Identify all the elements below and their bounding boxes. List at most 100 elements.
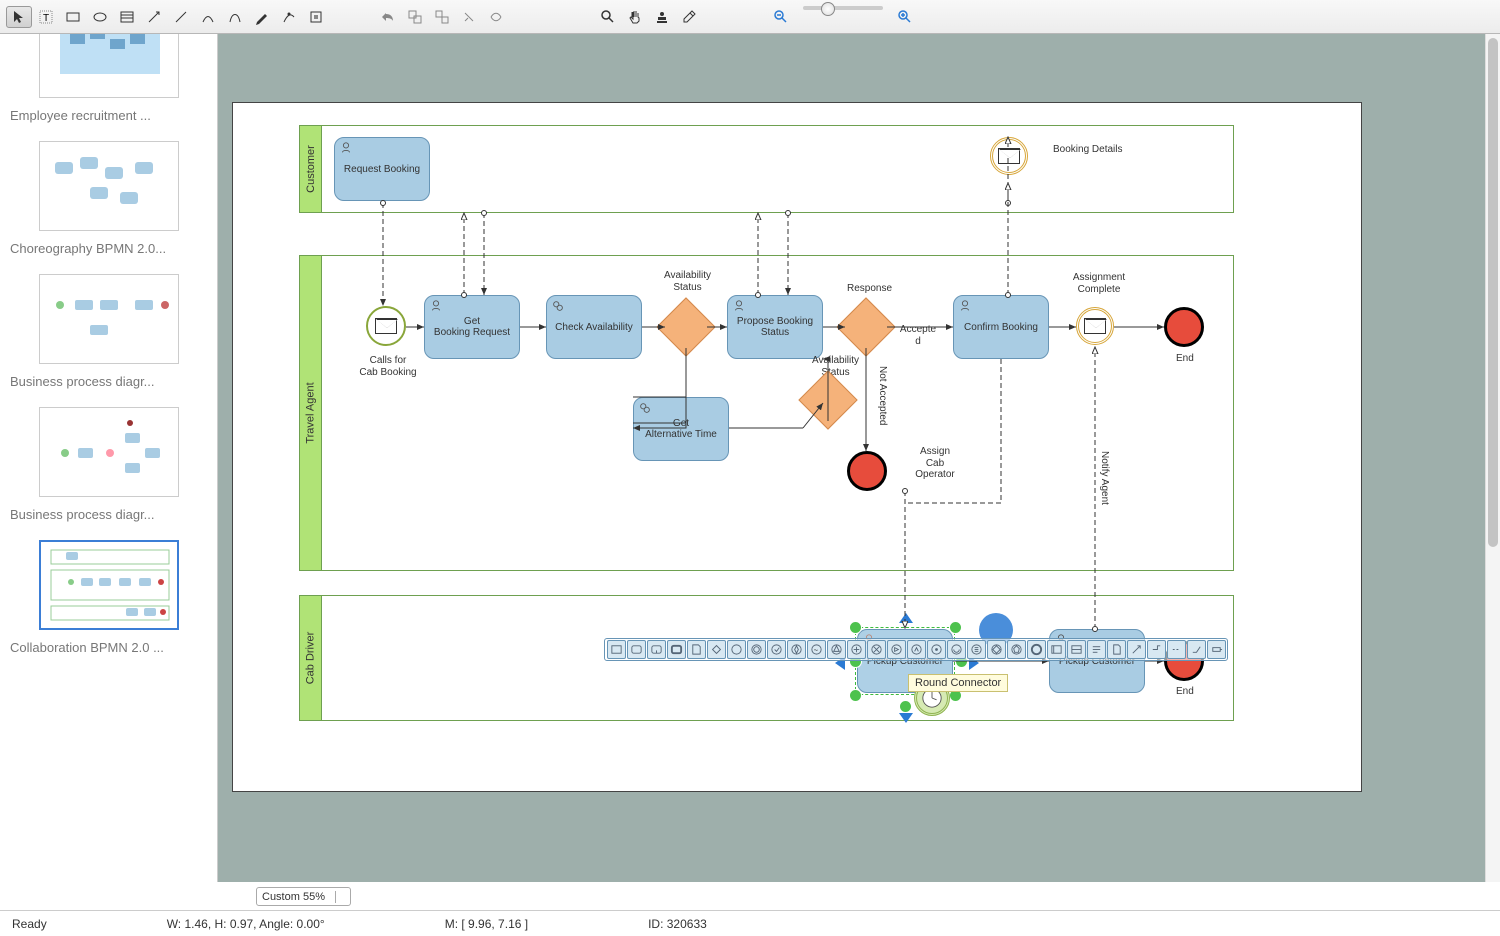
lane-label-driver: Cab Driver (305, 632, 317, 685)
pal-ev-14[interactable] (987, 640, 1006, 659)
page-thumb-3[interactable] (39, 407, 179, 497)
intersect-button[interactable] (483, 6, 509, 28)
pal-data[interactable] (687, 640, 706, 659)
eyedrop-tool[interactable] (676, 6, 702, 28)
tool-arrow[interactable] (141, 6, 167, 28)
quick-shape-palette[interactable]: ~ (604, 638, 1228, 661)
pal-ev-5[interactable]: ~ (807, 640, 826, 659)
svg-text:~: ~ (813, 645, 817, 654)
pal-conn-m[interactable] (1187, 640, 1206, 659)
pal-pool[interactable] (1047, 640, 1066, 659)
task-confirm-booking[interactable]: Confirm Booking (953, 295, 1049, 359)
zoom-in-button[interactable] (892, 6, 918, 28)
pal-ev-8[interactable] (867, 640, 886, 659)
lane-label-customer: Customer (305, 145, 317, 193)
task-get-booking[interactable]: Get Booking Request (424, 295, 520, 359)
tool-crop[interactable] (303, 6, 329, 28)
pal-ev-6[interactable] (827, 640, 846, 659)
zoom-tool[interactable] (595, 6, 621, 28)
thumb-label-3: Business process diagr... (10, 507, 207, 522)
pal-ev-4[interactable] (787, 640, 806, 659)
pal-conn-d[interactable] (1167, 640, 1186, 659)
tool-select[interactable] (6, 6, 32, 28)
pal-task[interactable] (627, 640, 646, 659)
tool-text[interactable]: T (33, 6, 59, 28)
pal-ev-12[interactable] (947, 640, 966, 659)
label-end2: End (1176, 686, 1194, 698)
pal-ev-15[interactable] (1007, 640, 1026, 659)
tool-pen[interactable] (249, 6, 275, 28)
pal-ev-10[interactable] (907, 640, 926, 659)
pal-conn-r[interactable] (1147, 640, 1166, 659)
event-booking-details[interactable] (990, 137, 1028, 175)
thumb-label-0: Employee recruitment ... (10, 108, 207, 123)
tool-bezier[interactable] (222, 6, 248, 28)
lane-label-agent: Travel Agent (305, 382, 317, 443)
page-thumb-1[interactable] (39, 141, 179, 231)
split-button[interactable] (456, 6, 482, 28)
label-accepted: Accepte d (898, 324, 938, 347)
pan-tool[interactable] (622, 6, 648, 28)
task-request-booking[interactable]: Request Booking (334, 137, 430, 201)
pal-ev-1[interactable] (727, 640, 746, 659)
undo-button[interactable] (375, 6, 401, 28)
sel-arrow-down (899, 713, 913, 723)
pages-sidebar[interactable]: Employee recruitment ... Choreography BP… (0, 34, 218, 882)
diagram-canvas[interactable]: Customer Request Booking Booking Details… (232, 102, 1362, 792)
pal-text[interactable] (1087, 640, 1106, 659)
pal-gateway[interactable] (707, 640, 726, 659)
canvas-area[interactable]: Customer Request Booking Booking Details… (218, 34, 1500, 882)
pal-subtask[interactable] (647, 640, 666, 659)
pal-ev-16[interactable] (1027, 640, 1046, 659)
pal-lane[interactable] (1067, 640, 1086, 659)
label-assign-complete: Assignment Complete (1069, 272, 1129, 295)
end-event-1[interactable] (1164, 307, 1204, 347)
task-propose-booking[interactable]: Propose Booking Status (727, 295, 823, 359)
label-avail-status: Availability Status (660, 270, 715, 293)
tool-line[interactable] (168, 6, 194, 28)
pal-page[interactable] (1107, 640, 1126, 659)
thumb-label-4: Collaboration BPMN 2.0 ... (10, 640, 207, 655)
label-response: Response (847, 283, 892, 295)
pal-ev-2[interactable] (747, 640, 766, 659)
tool-ellipse[interactable] (87, 6, 113, 28)
tool-table[interactable] (114, 6, 140, 28)
zoom-slider[interactable] (803, 6, 883, 10)
event-calls[interactable] (366, 306, 406, 346)
label-end1: End (1176, 353, 1194, 365)
group-button[interactable] (402, 6, 428, 28)
task-check-availability[interactable]: Check Availability (546, 295, 642, 359)
zoom-out-button[interactable] (768, 6, 794, 28)
pal-ev-9[interactable] (887, 640, 906, 659)
pal-ev-13[interactable] (967, 640, 986, 659)
page-thumb-2[interactable] (39, 274, 179, 364)
ungroup-button[interactable] (429, 6, 455, 28)
tool-curve[interactable] (195, 6, 221, 28)
pal-call[interactable] (667, 640, 686, 659)
zoom-combo[interactable]: Custom 55% (256, 887, 351, 906)
label-booking-details: Booking Details (1053, 144, 1122, 156)
label-notify: Notify Agent (1099, 451, 1110, 505)
status-bar: Ready W: 1.46, H: 0.97, Angle: 0.00° M: … (0, 910, 1500, 936)
label-avail-status2: Availability Status (808, 355, 863, 378)
pal-ev-7[interactable] (847, 640, 866, 659)
label-assign: Assign Cab Operator (910, 446, 960, 481)
stamp-tool[interactable] (649, 6, 675, 28)
vertical-scrollbar[interactable] (1485, 34, 1500, 882)
pal-ev-3[interactable] (767, 640, 786, 659)
page-thumb-4[interactable] (39, 540, 179, 630)
task-alt-time[interactable]: Get Alternative Time (633, 397, 729, 461)
tool-rect[interactable] (60, 6, 86, 28)
pool-customer[interactable]: Customer (299, 125, 1234, 213)
tool-reshape[interactable] (276, 6, 302, 28)
end-event-stop[interactable] (847, 451, 887, 491)
thumb-label-1: Choreography BPMN 2.0... (10, 241, 207, 256)
pal-rect[interactable] (607, 640, 626, 659)
thumb-label-2: Business process diagr... (10, 374, 207, 389)
event-assignment-complete[interactable] (1076, 307, 1114, 345)
main-toolbar: T (0, 0, 1500, 34)
pal-ev-11[interactable] (927, 640, 946, 659)
pal-conn-l[interactable] (1127, 640, 1146, 659)
page-thumb-0[interactable] (39, 34, 179, 98)
pal-conn-e[interactable] (1207, 640, 1226, 659)
